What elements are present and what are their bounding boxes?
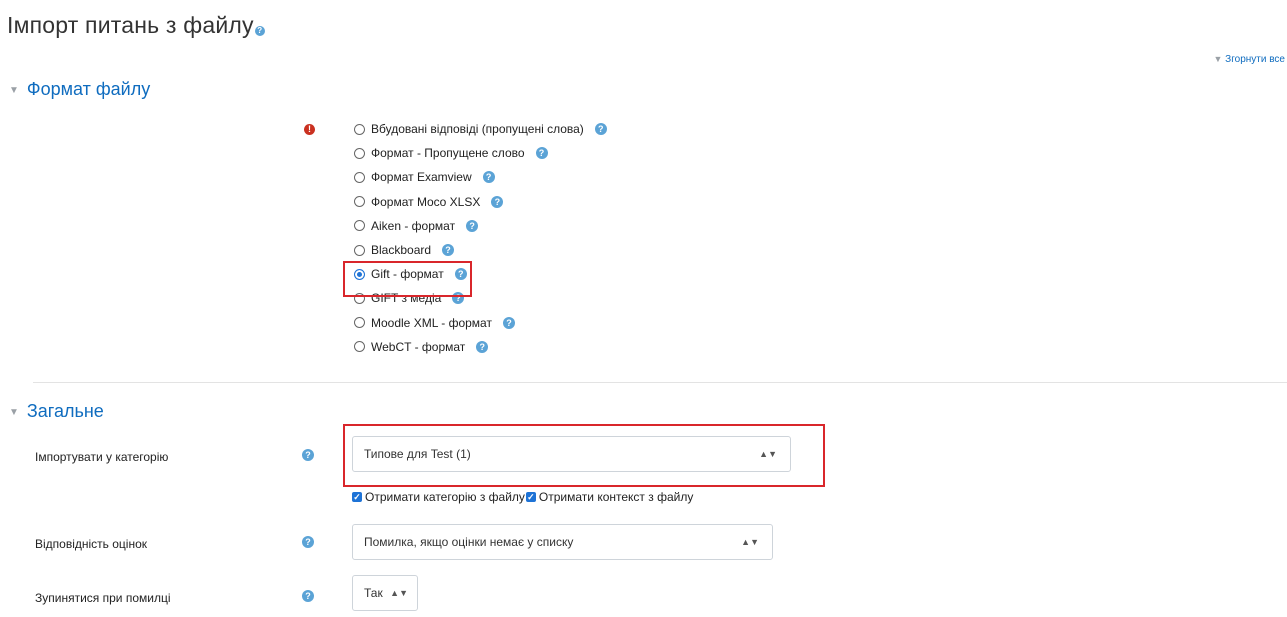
help-icon[interactable]: ?	[594, 123, 607, 135]
required-icon: !	[304, 124, 315, 135]
section-header-format[interactable]: ▼ Формат файлу	[9, 79, 150, 100]
help-icon[interactable]: ?	[302, 590, 314, 602]
section-title: Загальне	[26, 401, 104, 421]
select-arrows-icon: ▲▼	[390, 588, 408, 598]
highlight-box	[343, 261, 472, 297]
checkbox-context-from-file[interactable]: ✓	[525, 492, 536, 502]
grade-match-label: Відповідність оцінок	[35, 537, 148, 551]
format-option-label[interactable]: Формат Examview	[371, 170, 472, 184]
stop-on-error-select[interactable]: Так ▲▼	[352, 575, 418, 611]
section-divider	[33, 382, 1287, 383]
format-option-label[interactable]: Aiken - формат	[371, 219, 455, 233]
format-option-label[interactable]: Moodle XML - формат	[371, 316, 492, 330]
stop-on-error-label: Зупинятися при помилці	[35, 591, 171, 605]
checkbox-category-from-file[interactable]: ✓	[352, 492, 362, 502]
format-option[interactable]: Формат Examview?	[354, 167, 495, 187]
triangle-down-icon: ▼	[9, 406, 19, 418]
help-icon[interactable]: ?	[491, 195, 504, 208]
help-icon[interactable]: ?	[254, 26, 265, 36]
radio-button[interactable]	[354, 123, 365, 135]
section-title: Формат файлу	[26, 79, 151, 99]
page-title: Імпорт питань з файлу?	[7, 12, 265, 39]
help-icon[interactable]: ?	[466, 219, 479, 232]
collapse-all-label: Згорнути все	[1225, 54, 1285, 65]
radio-button[interactable]	[354, 147, 365, 159]
help-icon[interactable]: ?	[502, 316, 515, 329]
select-arrows-icon: ▲▼	[741, 537, 759, 547]
format-option-label[interactable]: Формат Moco XLSX	[371, 195, 480, 209]
checkbox-label[interactable]: Отримати категорію з файлу	[365, 490, 525, 504]
format-option-label[interactable]: Вбудовані відповіді (пропущені слова)	[371, 122, 584, 136]
format-option[interactable]: Формат - Пропущене слово?	[354, 143, 548, 163]
radio-button[interactable]	[354, 244, 365, 256]
highlight-box	[343, 424, 825, 487]
format-option[interactable]: Moodle XML - формат?	[354, 313, 515, 333]
page-title-text: Імпорт питань з файлу	[7, 12, 254, 38]
format-option[interactable]: Aiken - формат?	[354, 216, 479, 236]
format-option[interactable]: Вбудовані відповіді (пропущені слова)?	[354, 119, 607, 139]
format-option[interactable]: WebCT - формат?	[354, 337, 489, 357]
checkbox-label[interactable]: Отримати контекст з файлу	[539, 490, 693, 504]
radio-button[interactable]	[354, 317, 365, 329]
collapse-all-link[interactable]: ▼ Згорнути все	[1213, 54, 1285, 65]
stop-on-error-select-value: Так	[364, 586, 383, 600]
help-icon[interactable]: ?	[535, 147, 548, 160]
help-icon[interactable]: ?	[442, 244, 455, 256]
format-option-label[interactable]: Формат - Пропущене слово	[371, 146, 525, 160]
radio-button[interactable]	[354, 220, 365, 232]
grade-match-select-value: Помилка, якщо оцінки немає у списку	[364, 535, 574, 549]
format-option[interactable]: Формат Moco XLSX?	[354, 192, 504, 212]
radio-button[interactable]	[354, 341, 365, 353]
triangle-down-icon: ▼	[9, 84, 19, 96]
help-icon[interactable]: ?	[476, 340, 489, 353]
format-option-label[interactable]: WebCT - формат	[371, 340, 465, 354]
help-icon[interactable]: ?	[302, 536, 314, 548]
radio-button[interactable]	[354, 171, 365, 183]
radio-button[interactable]	[354, 196, 365, 208]
help-icon[interactable]: ?	[482, 171, 495, 184]
help-icon[interactable]: ?	[302, 449, 314, 461]
from-file-checkboxes: ✓ Отримати категорію з файлу ✓ Отримати …	[352, 490, 693, 504]
triangle-down-icon: ▼	[1213, 54, 1223, 64]
grade-match-select[interactable]: Помилка, якщо оцінки немає у списку ▲▼	[352, 524, 773, 560]
section-header-general[interactable]: ▼ Загальне	[9, 401, 104, 422]
category-label: Імпортувати у категорію	[35, 450, 169, 464]
format-option-label[interactable]: Blackboard	[371, 243, 431, 257]
format-option[interactable]: Blackboard?	[354, 240, 455, 260]
